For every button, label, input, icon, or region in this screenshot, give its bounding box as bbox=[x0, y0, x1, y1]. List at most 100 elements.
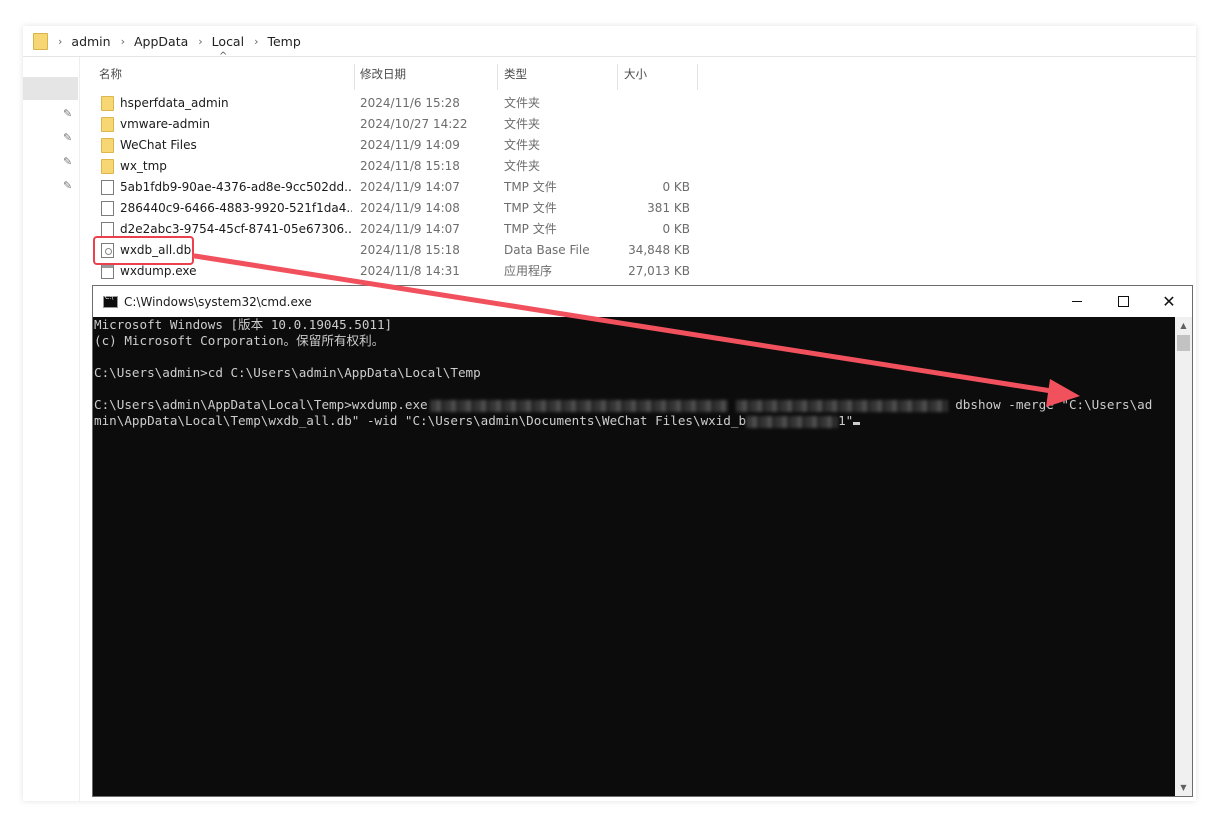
console-text: dbshow -merge "C:\Users\ad bbox=[947, 397, 1153, 412]
file-type: Data Base File bbox=[504, 243, 590, 257]
file-size: 27,013 KB bbox=[628, 264, 690, 278]
file-name: 5ab1fdb9-90ae-4376-ad8e-9cc502dd... bbox=[120, 180, 352, 194]
annotation-highlight-box bbox=[93, 236, 194, 265]
file-date: 2024/10/27 14:22 bbox=[360, 117, 468, 131]
column-divider[interactable] bbox=[354, 64, 355, 90]
pin-icon: ✎ bbox=[63, 155, 73, 168]
console-output[interactable]: Microsoft Windows [版本 10.0.19045.5011] (… bbox=[93, 317, 1175, 796]
console-text: C:\Users\admin\AppData\Local\Temp>wxdump… bbox=[94, 397, 428, 412]
folder-icon bbox=[33, 32, 48, 50]
console-text: min\AppData\Local\Temp\wxdb_all.db" -wid… bbox=[94, 413, 747, 428]
breadcrumb-local[interactable]: › Local bbox=[196, 34, 252, 49]
sort-ascending-icon: ^ bbox=[219, 51, 228, 62]
console-text: 1" bbox=[838, 413, 854, 428]
file-icon bbox=[101, 222, 114, 237]
folder-icon bbox=[101, 159, 114, 174]
breadcrumb-temp[interactable]: › Temp bbox=[252, 34, 309, 49]
file-date: 2024/11/9 14:07 bbox=[360, 222, 460, 236]
column-header: ^ 名称 修改日期 类型 大小 bbox=[90, 51, 730, 90]
navigation-pane: ✎ ✎ ✎ ✎ bbox=[23, 57, 80, 801]
file-name: hsperfdata_admin bbox=[120, 96, 229, 110]
file-date: 2024/11/8 14:31 bbox=[360, 264, 460, 278]
column-divider[interactable] bbox=[697, 64, 698, 90]
cmd-window: C:\Windows\system32\cmd.exe ✕ Microsoft … bbox=[92, 285, 1193, 797]
folder-icon bbox=[101, 96, 114, 111]
file-row-tmp-1[interactable]: 5ab1fdb9-90ae-4376-ad8e-9cc502dd... 2024… bbox=[90, 177, 730, 198]
cmd-title-bar[interactable]: C:\Windows\system32\cmd.exe ✕ bbox=[93, 286, 1192, 317]
file-size: 0 KB bbox=[662, 222, 690, 236]
file-date: 2024/11/8 15:18 bbox=[360, 159, 460, 173]
breadcrumb-admin[interactable]: › admin bbox=[56, 34, 119, 49]
file-type: TMP 文件 bbox=[504, 201, 557, 215]
file-size: 34,848 KB bbox=[628, 243, 690, 257]
console-line: C:\Users\admin\AppData\Local\Temp>wxdump… bbox=[94, 397, 1175, 413]
file-type: 文件夹 bbox=[504, 159, 541, 173]
column-type[interactable]: 类型 bbox=[504, 58, 527, 88]
file-row-wechat-files[interactable]: WeChat Files 2024/11/9 14:09 文件夹 bbox=[90, 135, 730, 156]
address-bar[interactable]: › admin › AppData › Local › Temp bbox=[23, 26, 1196, 57]
file-name: 286440c9-6466-4883-9920-521f1da4... bbox=[120, 201, 352, 215]
file-row-wx-tmp[interactable]: wx_tmp 2024/11/8 15:18 文件夹 bbox=[90, 156, 730, 177]
column-divider[interactable] bbox=[617, 64, 618, 90]
file-row-tmp-2[interactable]: 286440c9-6466-4883-9920-521f1da4... 2024… bbox=[90, 198, 730, 219]
file-icon bbox=[101, 180, 114, 195]
chevron-right-icon: › bbox=[120, 34, 125, 48]
chevron-right-icon: › bbox=[198, 34, 203, 48]
scroll-down-button[interactable]: ▼ bbox=[1175, 779, 1192, 796]
application-icon bbox=[101, 264, 114, 279]
file-date: 2024/11/8 15:18 bbox=[360, 243, 460, 257]
file-type: 文件夹 bbox=[504, 96, 541, 110]
file-row-vmware-admin[interactable]: vmware-admin 2024/10/27 14:22 文件夹 bbox=[90, 114, 730, 135]
file-type: 文件夹 bbox=[504, 138, 541, 152]
minimize-button[interactable] bbox=[1054, 286, 1100, 317]
scrollbar-thumb[interactable] bbox=[1177, 335, 1190, 351]
file-type: TMP 文件 bbox=[504, 180, 557, 194]
chevron-right-icon: › bbox=[58, 34, 63, 48]
pin-icon: ✎ bbox=[63, 131, 73, 144]
console-line: C:\Users\admin>cd C:\Users\admin\AppData… bbox=[94, 365, 481, 380]
file-date: 2024/11/9 14:09 bbox=[360, 138, 460, 152]
text-cursor bbox=[853, 422, 861, 425]
column-name[interactable]: 名称 bbox=[99, 58, 122, 88]
console-line: Microsoft Windows [版本 10.0.19045.5011] bbox=[94, 317, 393, 332]
close-button[interactable]: ✕ bbox=[1146, 286, 1192, 317]
redacted-text bbox=[429, 399, 728, 412]
folder-icon bbox=[101, 138, 114, 153]
redacted-text bbox=[735, 399, 948, 412]
cmd-window-title: C:\Windows\system32\cmd.exe bbox=[124, 294, 312, 309]
console-line: min\AppData\Local\Temp\wxdb_all.db" -wid… bbox=[94, 413, 1175, 429]
scroll-up-button[interactable]: ▲ bbox=[1175, 317, 1192, 334]
file-date: 2024/11/9 14:08 bbox=[360, 201, 460, 215]
column-divider[interactable] bbox=[497, 64, 498, 90]
file-name: WeChat Files bbox=[120, 138, 197, 152]
file-name: vmware-admin bbox=[120, 117, 210, 131]
file-icon bbox=[101, 201, 114, 216]
minimize-icon bbox=[1072, 301, 1082, 302]
pin-icon: ✎ bbox=[63, 107, 73, 120]
maximize-icon bbox=[1117, 296, 1129, 307]
column-size[interactable]: 大小 bbox=[624, 58, 647, 88]
chevron-right-icon: › bbox=[254, 34, 259, 48]
close-icon: ✕ bbox=[1162, 292, 1176, 311]
maximize-button[interactable] bbox=[1100, 286, 1146, 317]
file-size: 0 KB bbox=[662, 180, 690, 194]
file-type: 应用程序 bbox=[504, 264, 553, 278]
file-size: 381 KB bbox=[647, 201, 690, 215]
breadcrumb-appdata[interactable]: › AppData bbox=[119, 34, 197, 49]
folder-icon bbox=[101, 117, 114, 132]
vertical-scrollbar[interactable]: ▲ ▼ bbox=[1175, 317, 1192, 796]
column-modified[interactable]: 修改日期 bbox=[360, 58, 406, 88]
console-line: (c) Microsoft Corporation。保留所有权利。 bbox=[94, 333, 385, 348]
file-type: 文件夹 bbox=[504, 117, 541, 131]
file-row-hsperfdata-admin[interactable]: hsperfdata_admin 2024/11/6 15:28 文件夹 bbox=[90, 93, 730, 114]
pin-icon: ✎ bbox=[63, 179, 73, 192]
file-type: TMP 文件 bbox=[504, 222, 557, 236]
cmd-app-icon bbox=[103, 294, 118, 308]
redacted-text bbox=[746, 415, 839, 428]
file-name: wx_tmp bbox=[120, 159, 167, 173]
nav-selected-item[interactable] bbox=[23, 77, 78, 100]
file-date: 2024/11/9 14:07 bbox=[360, 180, 460, 194]
file-date: 2024/11/6 15:28 bbox=[360, 96, 460, 110]
